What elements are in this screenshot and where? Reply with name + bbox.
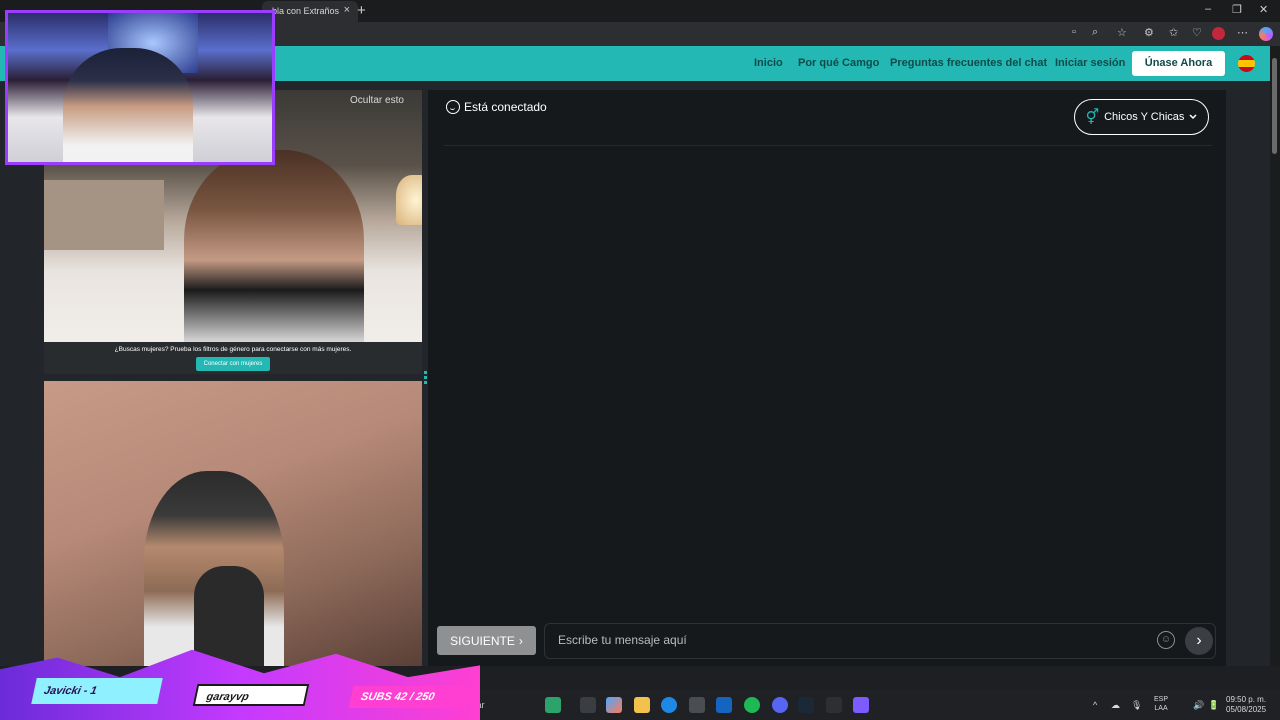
connection-status: Está conectado [446, 100, 547, 114]
outlook-icon[interactable] [716, 697, 732, 713]
onedrive-icon[interactable]: ☁ [1111, 700, 1120, 711]
task-view-icon[interactable] [580, 697, 596, 713]
steam-icon[interactable] [798, 697, 814, 713]
browser-tab[interactable]: bla con Extraños × [262, 1, 358, 22]
chevron-down-icon [1189, 114, 1197, 120]
overlay-chip-2: garayvp [192, 684, 310, 706]
camera-icon[interactable]: ▫ [1072, 26, 1076, 38]
video-lamp [396, 175, 422, 225]
nav-link-por-que-camgo[interactable]: Por qué Camgo [798, 57, 879, 69]
star-icon[interactable]: ☆ [1117, 26, 1127, 39]
minimize-icon[interactable]: – [1205, 3, 1211, 15]
banner-text: ¿Buscas mujeres? Prueba los filtros de g… [114, 346, 352, 353]
lang-top: ESP [1154, 696, 1169, 703]
scrollbar-thumb[interactable] [1272, 58, 1277, 154]
connection-status-text: Está conectado [464, 100, 547, 114]
taskbar-clock[interactable]: 09:50 p. m. 05/08/2025 [1226, 695, 1266, 715]
message-placeholder: Escribe tu mensaje aquí [558, 633, 687, 647]
microphone [194, 566, 264, 666]
resize-handle[interactable] [424, 371, 427, 384]
microphone-icon[interactable]: 🎙 [1131, 700, 1142, 711]
profile-icon[interactable] [1212, 27, 1225, 40]
copilot-app-icon[interactable] [606, 697, 622, 713]
window-close-icon[interactable]: ✕ [1259, 3, 1268, 16]
maximize-icon[interactable]: ❐ [1232, 3, 1242, 16]
gender-icon: ⚥ [1085, 109, 1100, 126]
self-video [44, 381, 422, 666]
chat-panel [428, 90, 1226, 666]
overlay-subs-counter: SUBS 42 / 250 [348, 686, 472, 708]
app-icon-2[interactable] [853, 697, 869, 713]
file-explorer-icon[interactable] [634, 697, 650, 713]
spotify-icon[interactable] [744, 697, 760, 713]
more-icon[interactable]: ⋯ [1237, 26, 1248, 39]
tray-expand-icon[interactable]: ^ [1093, 700, 1097, 710]
tab-title: bla con Extraños [272, 6, 340, 16]
connect-with-women-button[interactable]: Conectar con mujeres [196, 357, 270, 371]
streamer-person [63, 48, 193, 162]
stranger-person [184, 150, 364, 342]
edge-icon[interactable] [661, 697, 677, 713]
tab-close-icon[interactable]: × [344, 4, 350, 16]
app-icon-1[interactable] [545, 697, 561, 713]
smiley-icon [446, 100, 460, 114]
nav-link-iniciar-sesion[interactable]: Iniciar sesión [1055, 57, 1125, 69]
health-icon[interactable]: ♡ [1192, 26, 1202, 39]
xbox-icon[interactable] [826, 697, 842, 713]
streamer-webcam [5, 10, 275, 165]
next-button-label: SIGUIENTE [450, 633, 515, 648]
gender-filter-label: Chicos Y Chicas [1104, 111, 1185, 123]
input-language[interactable]: ESP LAA [1154, 695, 1168, 713]
video-headboard [44, 180, 164, 250]
next-button[interactable]: SIGUIENTE › [437, 626, 536, 655]
hide-this-link[interactable]: Ocultar esto [350, 95, 404, 106]
zoom-icon[interactable]: ⌕ [1092, 26, 1098, 39]
volume-icon[interactable]: 🔊 [1193, 700, 1204, 711]
join-now-button[interactable]: Únase Ahora [1132, 51, 1225, 76]
discord-icon[interactable] [772, 697, 788, 713]
lang-bottom: LAA [1154, 705, 1168, 712]
copilot-icon[interactable] [1259, 27, 1273, 41]
nav-link-inicio[interactable]: Inicio [754, 57, 783, 69]
favorites-icon[interactable]: ✩ [1169, 26, 1178, 39]
chevron-right-icon: › [518, 633, 523, 648]
battery-icon[interactable]: 🔋 [1208, 700, 1219, 711]
nav-link-preguntas-frecuentes[interactable]: Preguntas frecuentes del chat [890, 57, 1047, 69]
emoji-icon[interactable]: ☺ [1157, 631, 1175, 649]
chat-divider [444, 145, 1212, 146]
clock-date: 05/08/2025 [1226, 705, 1267, 714]
gender-filter-button[interactable]: ⚥ Chicos Y Chicas [1074, 99, 1209, 135]
spain-flag-icon[interactable] [1238, 55, 1255, 72]
clock-time: 09:50 p. m. [1226, 695, 1267, 704]
new-tab-icon[interactable]: + [357, 2, 366, 19]
send-button[interactable]: › [1185, 627, 1213, 655]
store-icon[interactable] [689, 697, 705, 713]
extensions-icon[interactable]: ⚙ [1144, 26, 1154, 39]
overlay-chip-1: Javicki - 1 [31, 678, 163, 704]
